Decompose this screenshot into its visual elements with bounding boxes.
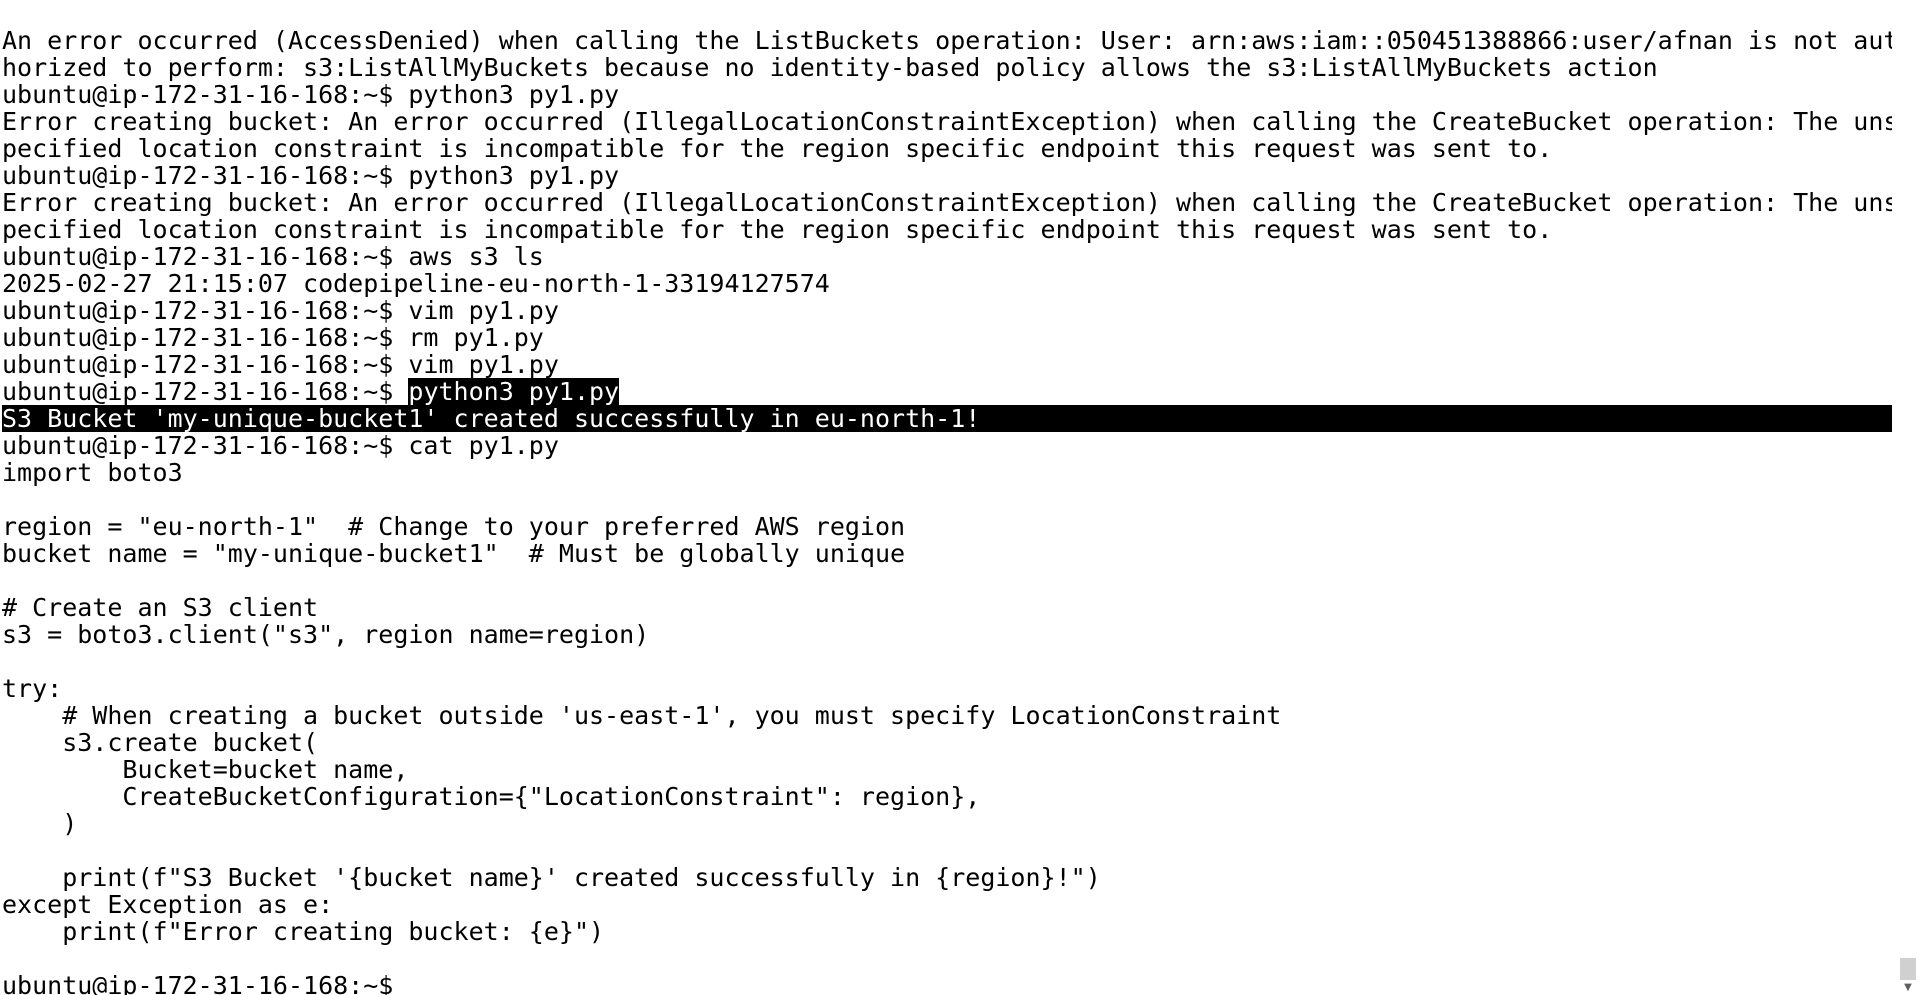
terminal-line: pecified location constraint is incompat… [2,135,1553,162]
code-line: region = "eu-north-1" # Change to your p… [2,513,906,540]
terminal-line: horized to perform: s3:ListAllMyBuckets … [2,54,1658,81]
terminal-output[interactable]: An error occurred (AccessDenied) when ca… [2,27,1892,995]
current-prompt-line[interactable]: ubuntu@ip-172-31-16-168:~$ [2,972,1892,995]
code-line: import boto3 [2,459,183,486]
terminal-window[interactable]: An error occurred (AccessDenied) when ca… [0,0,1920,995]
terminal-line: pecified location constraint is incompat… [2,216,1553,243]
terminal-line: ubuntu@ip-172-31-16-168:~$ python3 py1.p… [2,162,620,189]
terminal-line: ubuntu@ip-172-31-16-168:~$ aws s3 ls [2,243,544,270]
code-line: Bucket=bucket_name, [2,756,409,783]
code-line: s3 = boto3.client("s3", region_name=regi… [2,621,650,648]
terminal-line: Error creating bucket: An error occurred… [2,108,1892,135]
vertical-scrollbar[interactable]: ▼ [1896,0,1920,995]
selected-command-text: python3 py1.py [408,378,620,405]
terminal-line: ubuntu@ip-172-31-16-168:~$ cat py1.py [2,432,559,459]
terminal-line: ubuntu@ip-172-31-16-168:~$ rm py1.py [2,324,544,351]
scrollbar-thumb[interactable] [1900,958,1916,980]
shell-prompt: ubuntu@ip-172-31-16-168:~$ [2,378,409,405]
terminal-line: An error occurred (AccessDenied) when ca… [2,27,1892,54]
terminal-line: ubuntu@ip-172-31-16-168:~$ vim py1.py [2,351,559,378]
terminal-line: ubuntu@ip-172-31-16-168:~$ python3 py1.p… [2,81,620,108]
code-line: bucket_name = "my-unique-bucket1" # Must… [2,540,906,567]
code-line: except Exception as e: [2,891,334,918]
terminal-line: ubuntu@ip-172-31-16-168:~$ vim py1.py [2,297,559,324]
code-line: s3.create_bucket( [2,729,319,756]
terminal-line: 2025-02-27 21:15:07 codepipeline-eu-nort… [2,270,830,297]
selected-command-line[interactable]: ubuntu@ip-172-31-16-168:~$ python3 py1.p… [2,378,1892,405]
code-line: # When creating a bucket outside 'us-eas… [2,702,1282,729]
code-line: print(f"Error creating bucket: {e}") [2,918,605,945]
code-line: # Create an S3 client [2,594,319,621]
code-line: print(f"S3 Bucket '{bucket_name}' create… [2,864,1101,891]
code-line: try: [2,675,63,702]
code-line: ) [2,810,78,837]
code-line: CreateBucketConfiguration={"LocationCons… [2,783,981,810]
selected-output-line[interactable]: S3 Bucket 'my-unique-bucket1' created su… [2,405,1892,432]
terminal-line: Error creating bucket: An error occurred… [2,189,1892,216]
scroll-down-arrow-icon[interactable]: ▼ [1900,981,1916,995]
